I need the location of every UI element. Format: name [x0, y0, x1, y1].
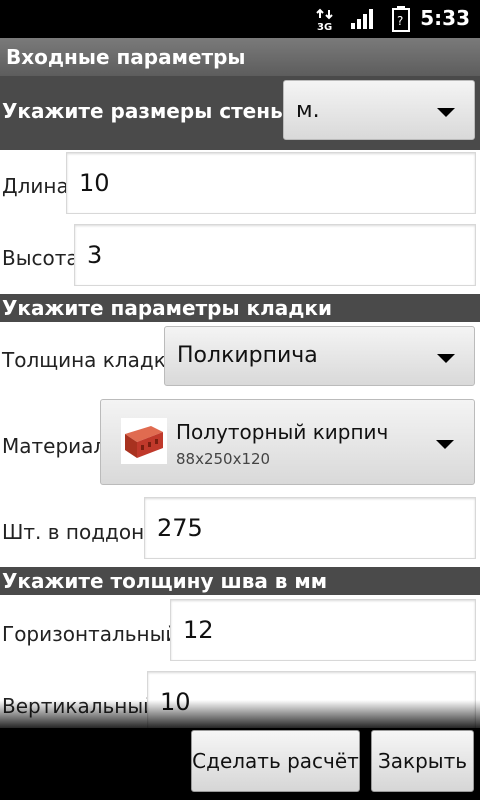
joint-header-text: Укажите толщину шва в мм [2, 569, 328, 593]
horizontal-joint-input[interactable]: 12 [170, 599, 476, 661]
window-title: Входные параметры [6, 45, 246, 69]
svg-text:?: ? [397, 14, 403, 28]
chevron-down-icon [436, 440, 454, 449]
material-size: 88x250x120 [176, 450, 271, 468]
data-arrows-icon: 3G [316, 8, 333, 32]
form-content[interactable]: Укажите размеры стены в м. Длина 10 Высо… [0, 76, 480, 728]
clock: 5:33 [420, 6, 470, 30]
height-label: Высота [2, 246, 79, 270]
pallet-count-input[interactable]: 275 [144, 497, 476, 559]
chevron-down-icon [437, 108, 455, 117]
thickness-spinner[interactable]: Полкирпича [164, 326, 475, 386]
chevron-down-icon [437, 354, 455, 363]
material-label: Материал [2, 434, 107, 458]
brick-icon [121, 418, 167, 464]
wall-size-header-text: Укажите размеры стены в [2, 99, 308, 123]
height-input[interactable]: 3 [74, 224, 476, 286]
horizontal-joint-label: Горизонтальный [2, 622, 179, 646]
unit-spinner-value: м. [296, 98, 320, 123]
window-title-bar: Входные параметры [0, 38, 480, 76]
thickness-label: Толщина кладки [2, 348, 179, 372]
pallet-label: Шт. в поддоне [2, 520, 157, 544]
material-spinner[interactable]: Полуторный кирпич 88x250x120 [100, 399, 475, 485]
calculate-button[interactable]: Сделать расчёт [191, 730, 360, 792]
material-name: Полуторный кирпич [176, 420, 389, 444]
scroll-fade [0, 700, 480, 728]
masonry-header: Укажите параметры кладки [0, 294, 480, 322]
thickness-spinner-value: Полкирпича [177, 343, 318, 368]
signal-bars-icon [351, 9, 373, 29]
length-label: Длина [2, 174, 69, 198]
masonry-header-text: Укажите параметры кладки [2, 296, 332, 320]
length-input[interactable]: 10 [66, 152, 476, 214]
status-bar: 3G ? 5:33 [0, 0, 480, 38]
unit-spinner[interactable]: м. [283, 80, 475, 140]
joint-header: Укажите толщину шва в мм [0, 567, 480, 595]
network-type-label: 3G [317, 22, 332, 32]
battery-unknown-icon: ? [392, 6, 410, 32]
close-button[interactable]: Закрыть [371, 730, 474, 792]
